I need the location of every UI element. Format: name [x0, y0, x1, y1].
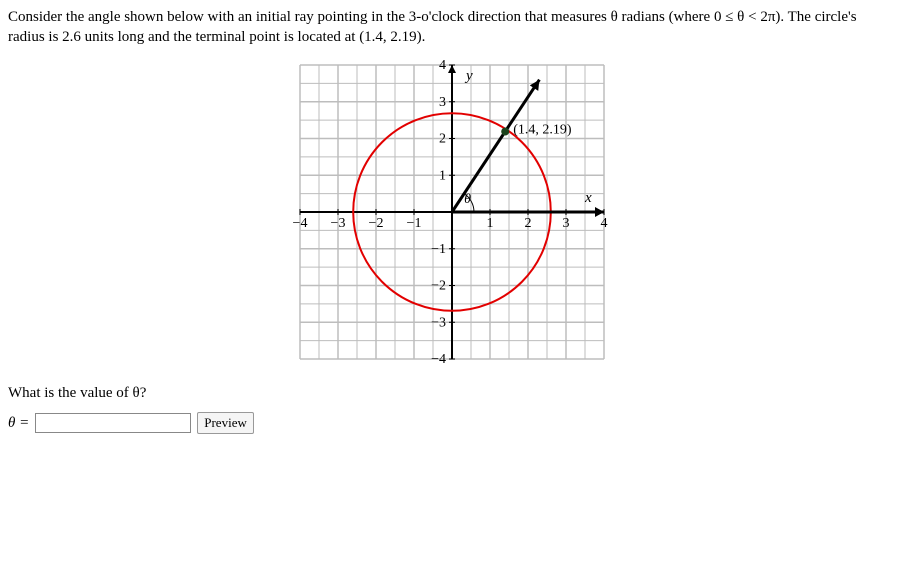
angle-chart: −4 −3 −2 −1 1 2 3 4 −4 −3 −2 −1 1 2 3 4 θ (1.4, 2.19) x y	[292, 57, 612, 367]
theta-equals-label: θ =	[8, 415, 29, 432]
svg-text:1: 1	[487, 216, 494, 231]
svg-text:3: 3	[439, 95, 446, 110]
problem-text: Consider the angle shown below with an i…	[8, 8, 896, 47]
svg-text:−4: −4	[293, 216, 308, 231]
svg-text:2: 2	[525, 216, 532, 231]
svg-text:−4: −4	[431, 352, 446, 367]
svg-text:4: 4	[601, 216, 608, 231]
svg-text:x: x	[584, 190, 592, 206]
svg-text:3: 3	[563, 216, 570, 231]
question-text: What is the value of θ?	[8, 385, 896, 402]
question-label: What is the value of θ?	[8, 385, 146, 401]
svg-text:4: 4	[439, 58, 446, 73]
svg-text:−1: −1	[431, 242, 446, 257]
problem-line-1: Consider the angle shown below with an i…	[8, 9, 857, 25]
chart-container: −4 −3 −2 −1 1 2 3 4 −4 −3 −2 −1 1 2 3 4 θ (1.4, 2.19) x y	[8, 57, 896, 367]
svg-text:−3: −3	[431, 315, 446, 330]
svg-text:−1: −1	[407, 216, 422, 231]
theta-input[interactable]	[35, 413, 191, 433]
svg-text:1: 1	[439, 168, 446, 183]
svg-text:(1.4, 2.19): (1.4, 2.19)	[513, 123, 572, 138]
svg-text:y: y	[464, 68, 473, 84]
svg-text:2: 2	[439, 132, 446, 147]
preview-button[interactable]: Preview	[197, 412, 254, 434]
problem-line-2: radius is 2.6 units long and the termina…	[8, 29, 425, 45]
answer-row: θ = Preview	[8, 412, 896, 434]
svg-text:−2: −2	[431, 279, 446, 294]
svg-text:θ: θ	[464, 192, 471, 207]
svg-text:−3: −3	[331, 216, 346, 231]
svg-text:−2: −2	[369, 216, 384, 231]
